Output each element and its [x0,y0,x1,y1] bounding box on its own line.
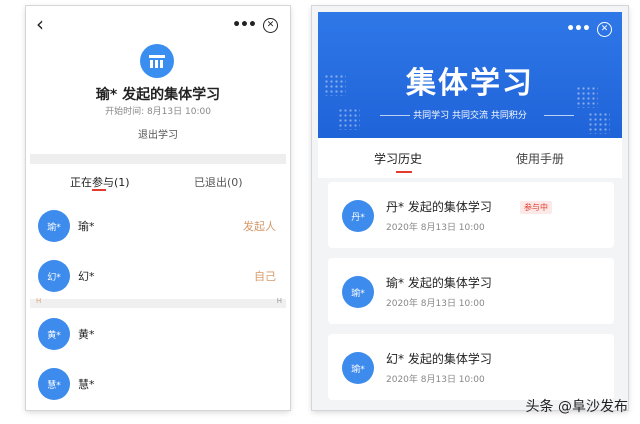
avatar: 慧* [38,368,70,400]
member-row: 幻* 幻* 自己 [26,260,290,296]
member-name: 黄* [78,328,95,341]
more-icon[interactable]: ••• [565,22,591,36]
member-row: 黄* 黄* [26,318,290,354]
banner-subtitle: 共同学习 共同交流 共同积分 [413,111,527,121]
active-tab-indicator [92,189,106,191]
member-role: 发起人 [243,220,276,233]
tab-exited[interactable]: 已退出(0) [194,174,243,190]
history-date: 2020年 8月13日 10:00 [386,223,485,233]
tab-study-history[interactable]: 学习历史 [374,150,422,167]
avatar: 瑜* [342,276,374,308]
history-title: 丹* 发起的集体学习 [386,200,492,214]
back-arrow-icon[interactable]: ‹ [36,14,44,34]
building-logo-icon [140,44,174,78]
banner-title: 集体学习 [406,66,534,101]
separator-mark-right: H [276,297,282,305]
capsule-menu: ••• ✕ [231,14,278,36]
member-name: 幻* [78,270,95,283]
history-card[interactable]: 瑜* 幻* 发起的集体学习 2020年 8月13日 10:00 [328,334,614,400]
active-tab-indicator [396,171,412,173]
member-row: 慧* 慧* [26,368,290,404]
close-icon[interactable]: ✕ [263,17,278,33]
member-name: 慧* [78,378,95,391]
history-date: 2020年 8月13日 10:00 [386,375,485,385]
history-date: 2020年 8月13日 10:00 [386,299,485,309]
capsule-menu: ••• ✕ [565,18,612,40]
history-title: 瑜* 发起的集体学习 [386,276,492,290]
exit-study-button[interactable]: 退出学习 [26,126,290,141]
avatar: 瑜* [38,210,70,242]
left-phone-screen: ‹ ••• ✕ 瑜* 发起的集体学习 开始时间: 8月13日 10:00 退出学… [26,6,290,410]
history-title: 幻* 发起的集体学习 [386,352,492,366]
avatar: 丹* [342,200,374,232]
avatar: 黄* [38,318,70,350]
right-phone-screen: 集体学习 共同学习 共同交流 共同积分 ••• ✕ 学习历史 使用手册 丹* 丹… [312,6,628,410]
avatar: 幻* [38,260,70,292]
member-name: 瑜* [78,220,95,233]
member-role: 自己 [254,270,276,283]
history-tabs: 学习历史 使用手册 [318,138,622,178]
member-row: 瑜* 瑜* 发起人 [26,210,290,246]
history-card[interactable]: 丹* 丹* 发起的集体学习 参与中 2020年 8月13日 10:00 [328,182,614,248]
close-icon[interactable]: ✕ [597,21,612,37]
history-card[interactable]: 瑜* 瑜* 发起的集体学习 2020年 8月13日 10:00 [328,258,614,324]
section-divider [30,154,286,164]
list-separator [30,299,286,308]
member-tabs: 正在参与(1) 已退出(0) [26,174,290,196]
status-badge: 参与中 [520,201,552,214]
avatar: 瑜* [342,352,374,384]
more-icon[interactable]: ••• [231,18,257,32]
tab-participating[interactable]: 正在参与(1) [70,174,130,190]
start-time: 开始时间: 8月13日 10:00 [105,107,211,117]
session-title: 瑜* 发起的集体学习 [95,87,221,103]
separator-mark-left: H [36,297,42,305]
tab-user-manual[interactable]: 使用手册 [516,150,564,167]
watermark: 头条 @阜沙发布 [525,399,628,415]
